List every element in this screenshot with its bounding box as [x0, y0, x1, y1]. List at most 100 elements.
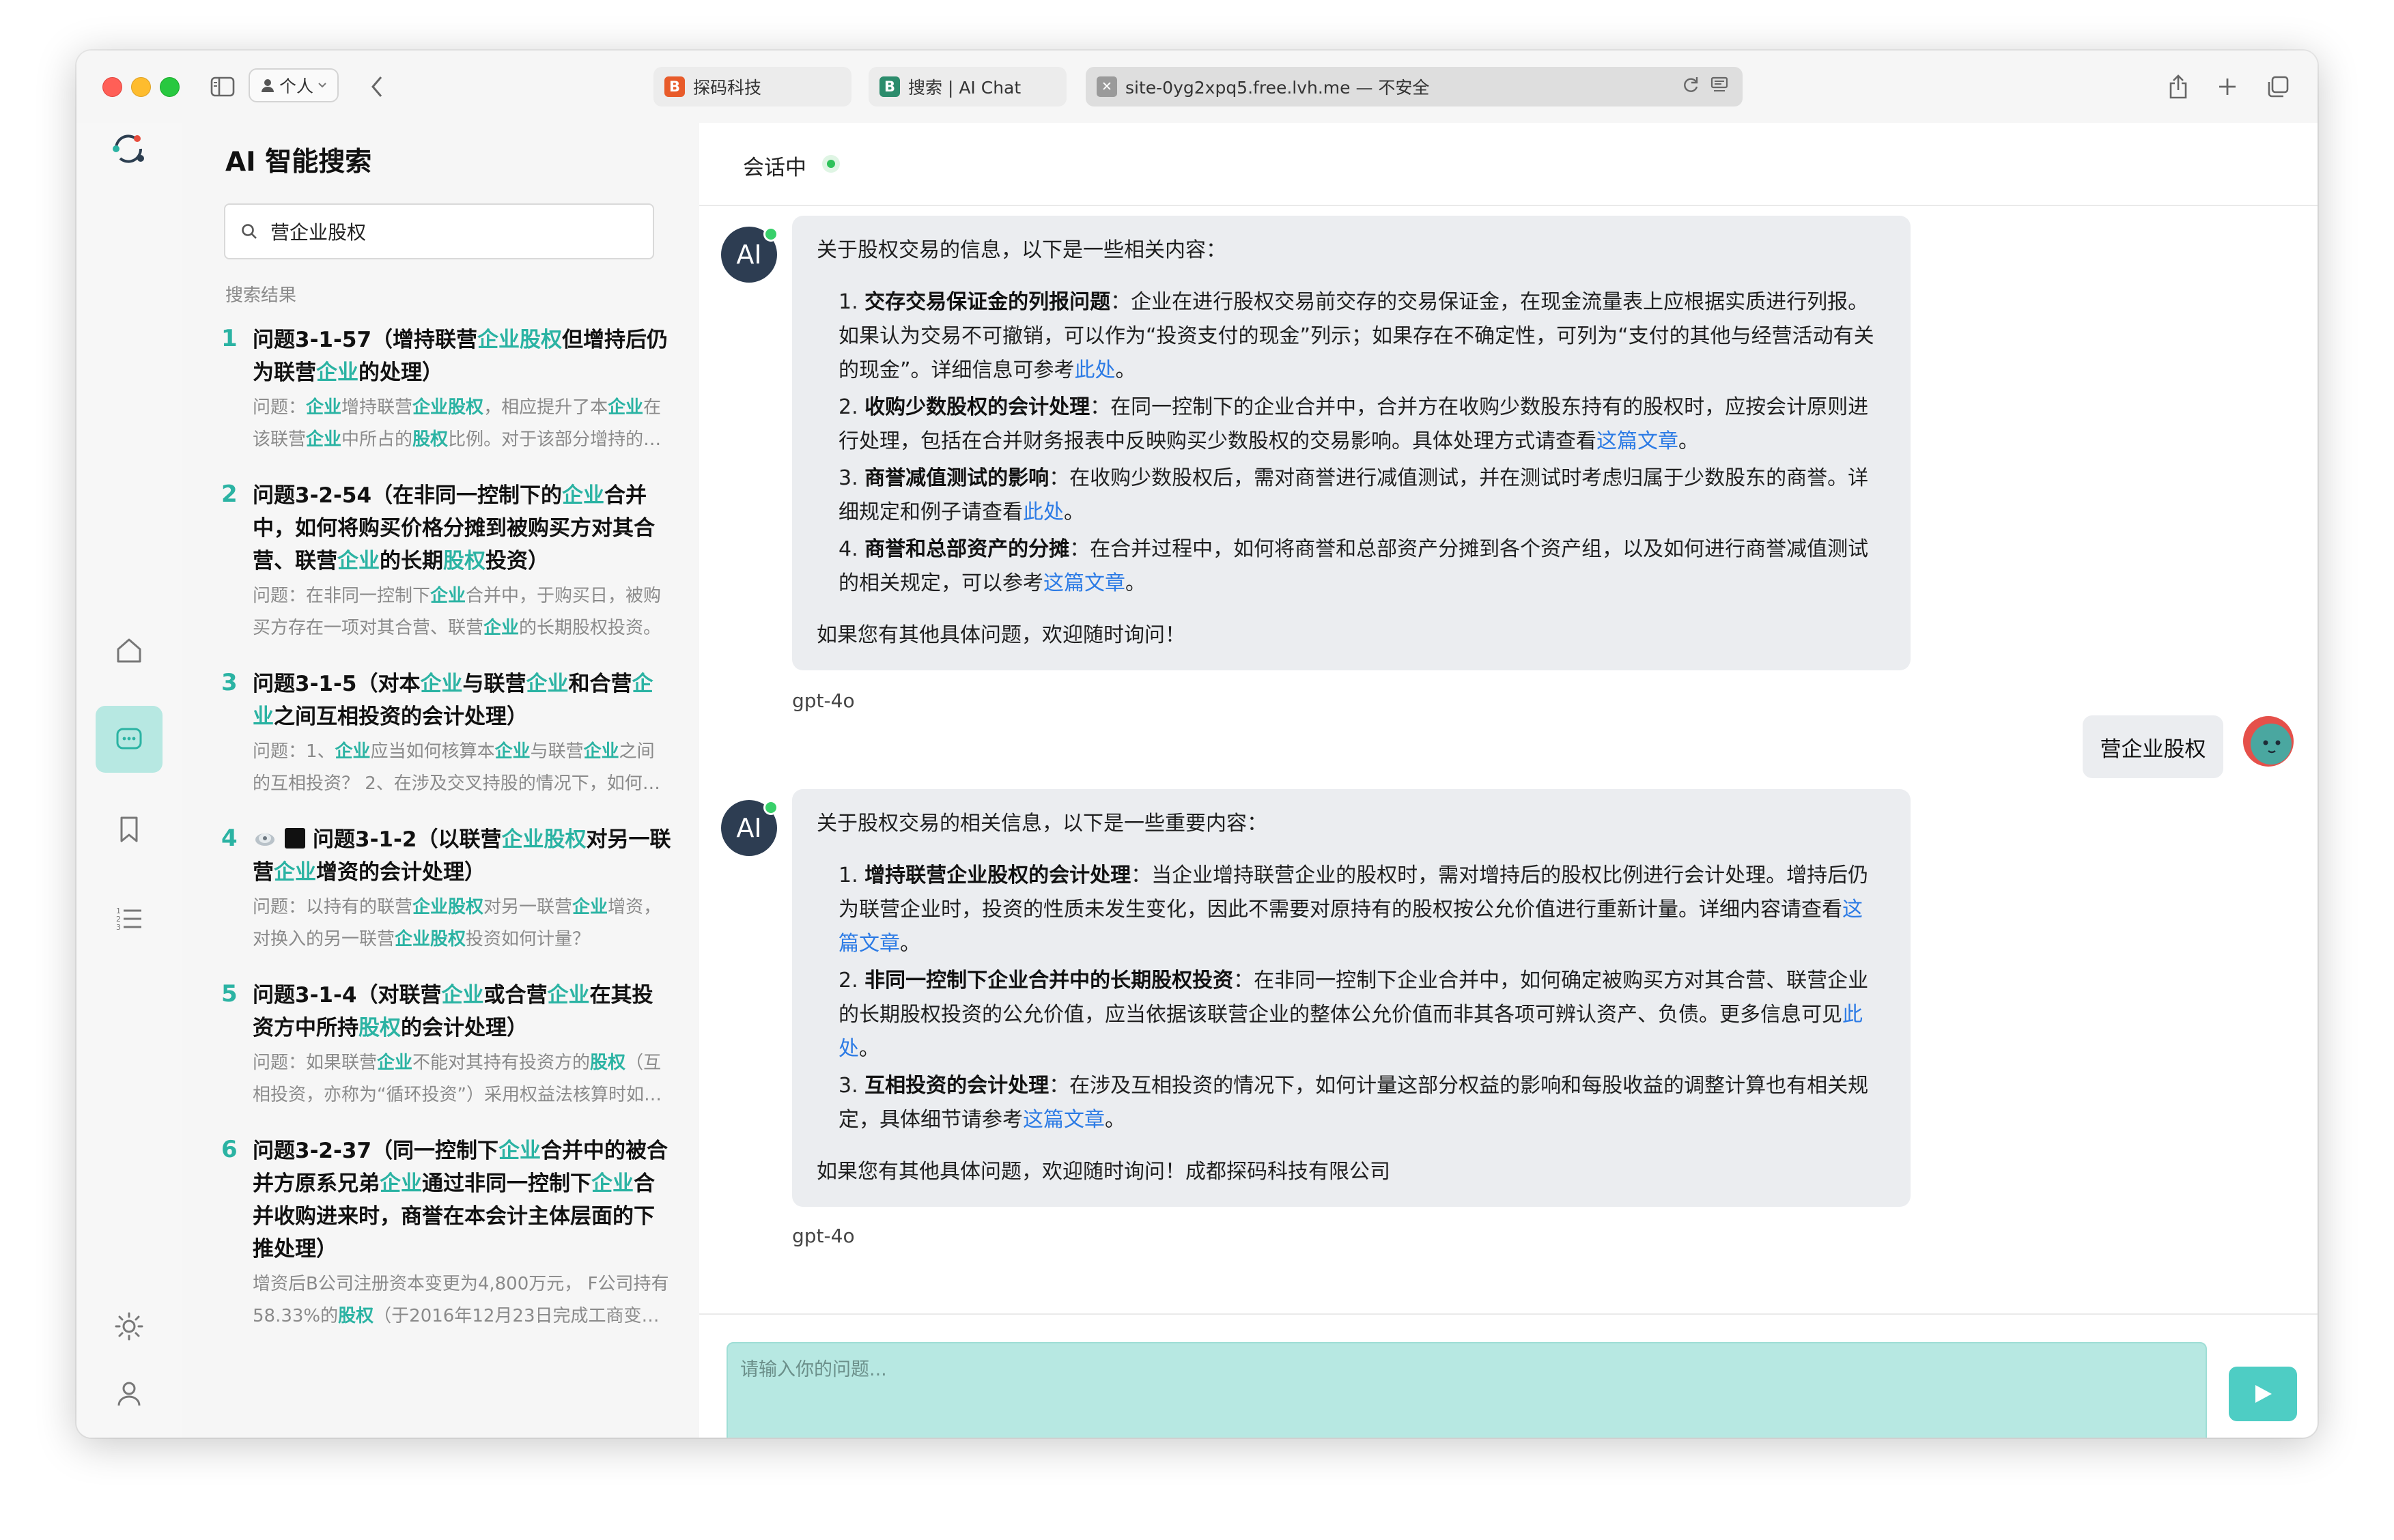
rail-bookmark-button[interactable] — [96, 796, 163, 863]
snippet-highlight: 股权 — [338, 1306, 374, 1326]
snippet-highlight: 企业 — [483, 618, 520, 638]
ai-avatar: AI — [721, 227, 778, 283]
sidebar-toggle-icon[interactable] — [209, 71, 236, 102]
close-window-button[interactable] — [102, 77, 122, 97]
tab-ai-chat[interactable]: B 搜索 | AI Chat — [869, 67, 1067, 106]
reload-icon[interactable] — [1681, 75, 1700, 99]
reference-link[interactable]: 这篇文章 — [1023, 1108, 1105, 1132]
search-result-item[interactable]: 3 问题3-1-5（对本企业与联营企业和合营企业之间互相投资的会计处理） 问题：1、… — [221, 668, 672, 800]
result-snippet: 增资后B公司注册资本变更为4,800万元， F公司持有58.33%的股权（于20… — [253, 1268, 672, 1332]
tab-tanma[interactable]: B 探码科技 — [653, 67, 851, 106]
reference-link[interactable]: 这篇文章 — [1596, 429, 1678, 453]
ai-message-bubble: 关于股权交易的相关信息，以下是一些重要内容： 1. 增持联营企业股权的会计处理：当… — [792, 789, 1911, 1207]
title-highlight: 企业 — [562, 483, 605, 508]
title-text: 通过非同一控制下 — [422, 1171, 591, 1196]
search-box[interactable] — [224, 203, 654, 259]
result-number: 3 — [221, 669, 238, 696]
item-number: 2. — [839, 395, 858, 419]
tab-label: 探码科技 — [693, 78, 762, 98]
chat-status-label: 会话中 — [743, 156, 806, 180]
snippet-highlight: 企业 — [494, 741, 531, 762]
title-highlight: 股权 — [443, 549, 485, 573]
snippet-highlight: 企业股权 — [412, 897, 484, 917]
item-title: 互相投资的会计处理 — [864, 1074, 1050, 1098]
message-list[interactable]: AI 关于股权交易的信息，以下是一些相关内容： 1. 交存交易保证金的列报问题：企… — [699, 206, 2318, 1313]
snippet-highlight: 企业 — [583, 741, 619, 762]
search-result-item[interactable]: 4 问题3-1-2（以联营企业股权对另一联营企业增资的会计处理） 问题：以持有的联营… — [221, 823, 672, 956]
snippet-text: 问题：在非同一控制下 — [253, 586, 431, 606]
snippet-text: 对另一联营 — [483, 897, 573, 917]
title-highlight: 企业 — [274, 860, 316, 885]
search-result-item[interactable]: 1 问题3-1-57（增持联营企业股权但增持后仍为联营企业的处理） 问题：企业增持联… — [221, 324, 672, 456]
svg-text:3: 3 — [116, 923, 121, 932]
title-highlight: 企业 — [380, 1171, 422, 1196]
rail-theme-button[interactable] — [96, 1293, 163, 1360]
item-end: 。 — [1115, 358, 1136, 382]
result-snippet: 问题：1、企业应当如何核算本企业与联营企业之间的互相投资？ 2、在涉及交叉持股的… — [253, 736, 672, 800]
search-result-item[interactable]: 6 问题3-2-37（同一控制下企业合并中的被合并方原系兄弟企业通过非同一控制下企… — [221, 1135, 672, 1332]
result-title: 问题3-1-4（对联营企业或合营企业在其投资方中所持股权的会计处理） — [253, 979, 672, 1044]
item-number: 1. — [839, 290, 858, 314]
back-icon[interactable] — [363, 71, 391, 102]
rail-list-button[interactable]: 123 — [96, 885, 163, 952]
search-panel: AI 智能搜索 搜索结果 1问题3-1-57（增持联营企业股权但增持后仍为联营企… — [182, 123, 701, 1438]
title-highlight: 企业股权 — [501, 827, 587, 852]
snippet-text: 中所占的 — [341, 429, 413, 450]
result-snippet: 问题：在非同一控制下企业合并中，于购买日，被购买方存在一项对其合营、联营企业的长… — [253, 580, 672, 644]
reader-icon[interactable] — [1710, 75, 1729, 99]
chevron-down-icon — [318, 83, 326, 88]
tab-overview-icon[interactable] — [2264, 71, 2292, 102]
title-highlight: 企业 — [547, 983, 590, 1008]
new-tab-icon[interactable] — [2214, 71, 2241, 102]
snippet-text: 增持联营 — [341, 397, 413, 418]
result-number: 6 — [221, 1136, 238, 1163]
tab-label: 搜索 | AI Chat — [908, 78, 1022, 98]
title-text: 和合营 — [568, 672, 632, 696]
tab-active-site[interactable]: ✕ site-0yg2xpq5.free.lvh.me — 不安全 — [1086, 67, 1743, 106]
search-result-item[interactable]: 2 问题3-2-54（在非同一控制下的企业合并中，如何将购买价格分摊到被购买方对其… — [221, 479, 672, 644]
search-result-item[interactable]: 5 问题3-1-4（对联营企业或合营企业在其投资方中所持股权的会计处理） 问题：如果… — [221, 979, 672, 1111]
search-input[interactable] — [269, 219, 627, 244]
ai-avatar: AI — [721, 800, 778, 856]
profile-button[interactable]: 个人 — [249, 68, 339, 102]
item-title: 交存交易保证金的列报问题 — [864, 290, 1111, 314]
reference-link[interactable]: 这篇文章 — [1043, 571, 1125, 595]
title-highlight: 企业 — [337, 549, 380, 573]
title-text: 问题3-1-2（以联营 — [313, 827, 502, 852]
title-text: 问题3-1-57（增持联营 — [253, 328, 478, 352]
ai-message-item: 2. 非同一控制下企业合并中的长期股权投资：在非同一控制下企业合并中，如何确定被… — [839, 964, 1879, 1066]
result-snippet: 问题：如果联营企业不能对其持有投资方的股权（互相投资，亦称为“循环投资”）采用权… — [253, 1047, 672, 1111]
home-icon — [117, 638, 141, 663]
snippet-text: 投资如何计量？ — [466, 929, 591, 950]
reference-link[interactable]: 此处 — [1023, 500, 1064, 524]
snippet-text: 问题：如果联营 — [253, 1053, 378, 1073]
zoom-window-button[interactable] — [160, 77, 180, 97]
icon-rail: 123 — [76, 123, 183, 1438]
result-title: 问题3-2-54（在非同一控制下的企业合并中，如何将购买价格分摊到被购买方对其合… — [253, 479, 672, 578]
rail-user-button[interactable] — [96, 1360, 163, 1427]
item-end: 。 — [859, 1037, 879, 1061]
title-highlight: 企业 — [420, 672, 463, 696]
address-text[interactable]: site-0yg2xpq5.free.lvh.me — 不安全 — [1125, 74, 1429, 99]
snippet-text: 不能对其持有投资方的 — [412, 1053, 591, 1073]
title-text: 的处理） — [358, 360, 443, 385]
rail-chat-button[interactable] — [96, 706, 163, 773]
rail-home-button[interactable] — [96, 617, 163, 684]
minimize-window-button[interactable] — [131, 77, 151, 97]
reference-link[interactable]: 此处 — [1075, 358, 1116, 382]
message-input[interactable] — [727, 1342, 2207, 1438]
item-title: 商誉和总部资产的分摊 — [864, 537, 1070, 561]
ai-avatar-label: AI — [736, 240, 762, 270]
ai-message-bubble: 关于股权交易的信息，以下是一些相关内容： 1. 交存交易保证金的列报问题：企业在进… — [792, 216, 1911, 670]
title-text: 问题3-2-37（同一控制下 — [253, 1139, 499, 1163]
item-number: 1. — [839, 864, 858, 887]
share-icon[interactable] — [2165, 71, 2192, 102]
snippet-text: 与联营 — [530, 741, 584, 762]
snippet-highlight: 企业 — [572, 897, 608, 917]
item-end: 。 — [900, 932, 920, 956]
send-button[interactable] — [2229, 1367, 2297, 1421]
snippet-highlight: 股权 — [590, 1053, 626, 1073]
result-title: 问题3-1-57（增持联营企业股权但增持后仍为联营企业的处理） — [253, 324, 672, 389]
ai-message-item: 3. 商誉减值测试的影响：在收购少数股权后，需对商誉进行减值测试，并在测试时考虑… — [839, 461, 1879, 530]
user-icon — [117, 1382, 141, 1406]
